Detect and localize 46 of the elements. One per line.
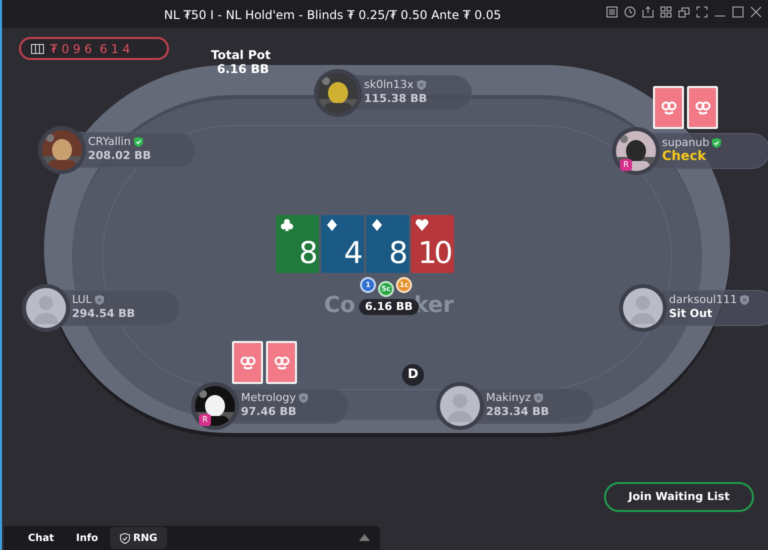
panel-tab[interactable]: Info bbox=[66, 527, 108, 549]
resize-icon[interactable] bbox=[696, 6, 708, 18]
player-name: sk0ln13x bbox=[364, 77, 414, 93]
player-status: Check bbox=[662, 149, 706, 164]
panel-tab[interactable]: RNG bbox=[110, 527, 168, 549]
grid-icon[interactable] bbox=[660, 6, 672, 18]
join-waiting-list-button[interactable]: Join Waiting List bbox=[604, 482, 754, 512]
expand-icon[interactable] bbox=[359, 534, 370, 541]
logo-icon bbox=[694, 100, 712, 116]
diamond-icon bbox=[370, 219, 384, 231]
rabbit-hunt-badge: R bbox=[199, 414, 211, 426]
player-name: darksoul111 bbox=[669, 292, 738, 308]
playing-card: 8 bbox=[366, 215, 409, 273]
total-pot-label: Total Pot bbox=[211, 47, 271, 64]
diamond-icon bbox=[325, 219, 339, 231]
player-stack: 283.34 BB bbox=[486, 404, 550, 419]
player-name: LUL bbox=[72, 292, 92, 308]
heart-icon bbox=[415, 219, 429, 231]
player-status: Sit Out bbox=[669, 306, 712, 321]
maximize-icon[interactable] bbox=[732, 6, 744, 18]
playing-card: 8 bbox=[276, 215, 319, 273]
playing-card: 10 bbox=[411, 215, 454, 273]
shield-icon bbox=[120, 532, 130, 544]
close-icon[interactable] bbox=[750, 6, 762, 18]
player-stack: 294.54 BB bbox=[72, 306, 136, 321]
rabbit-hunt-badge: R bbox=[620, 159, 632, 171]
player-name: Metrology bbox=[241, 390, 296, 406]
playing-card: 4 bbox=[321, 215, 364, 273]
slot-machine-icon bbox=[31, 44, 44, 54]
logo-icon bbox=[660, 100, 678, 116]
panel-tab[interactable]: Chat bbox=[18, 527, 64, 549]
player-name: Makinyz bbox=[486, 390, 531, 406]
player-name: CRYallin bbox=[88, 134, 131, 150]
list-icon[interactable] bbox=[606, 6, 618, 18]
player-stack: 97.46 BB bbox=[241, 404, 296, 419]
history-icon[interactable] bbox=[624, 6, 636, 18]
jackpot-counter: ₮ 0 9 6 6 1 4 bbox=[19, 37, 169, 60]
windows-icon[interactable] bbox=[678, 6, 690, 18]
window-title: NL ₮50 I - NL Hold'em - Blinds ₮ 0.25/₮ 0.50 Ante ₮ 0.05 bbox=[164, 7, 502, 24]
logo-icon bbox=[272, 354, 290, 370]
logo-icon bbox=[238, 354, 256, 370]
player-stack: 115.38 BB bbox=[364, 91, 428, 106]
club-icon bbox=[280, 219, 294, 231]
player-stack: 208.02 BB bbox=[88, 148, 152, 163]
player-name: supanub bbox=[662, 135, 710, 150]
total-pot-value: 6.16 BB bbox=[217, 61, 270, 78]
